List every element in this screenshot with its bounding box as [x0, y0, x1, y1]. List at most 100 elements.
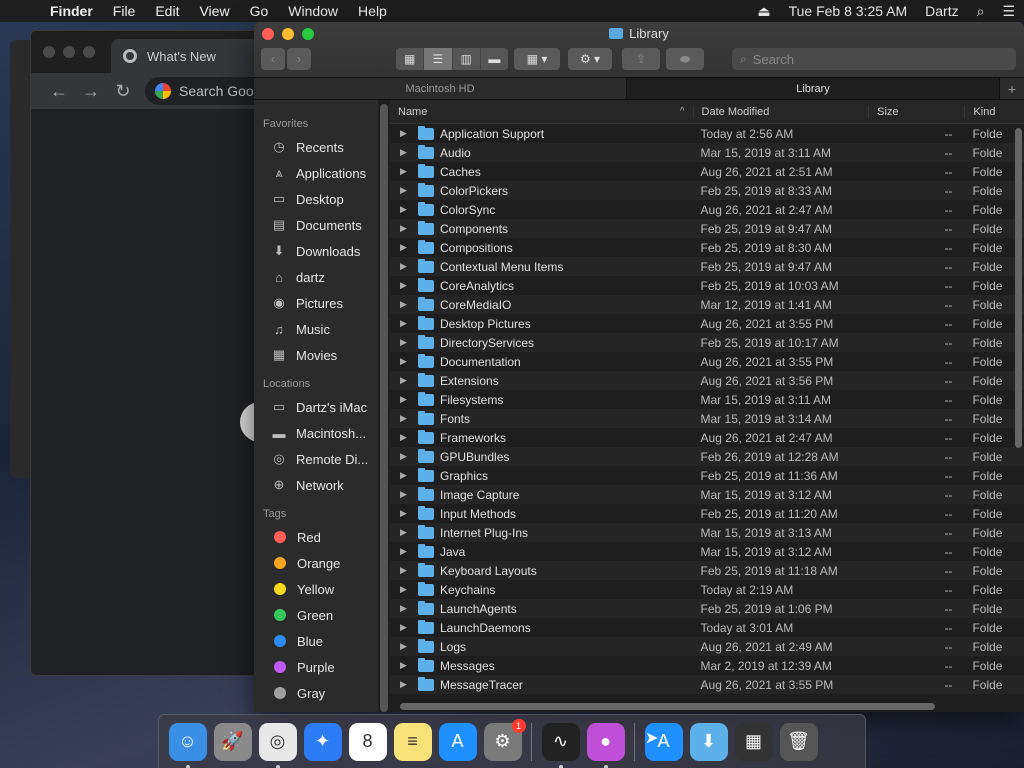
table-row[interactable]: ▶ CoreAnalytics Feb 25, 2019 at 10:03 AM --…	[390, 276, 1024, 295]
disclosure-triangle-icon[interactable]: ▶	[400, 584, 418, 595]
finder-icon[interactable]: ☺	[168, 722, 207, 768]
sidebar-scrollbar[interactable]	[380, 104, 388, 712]
disclosure-triangle-icon[interactable]: ▶	[400, 622, 418, 633]
table-row[interactable]: ▶ Desktop Pictures Aug 26, 2021 at 3:55 PM…	[390, 314, 1024, 333]
disclosure-triangle-icon[interactable]: ▶	[400, 470, 418, 481]
horizontal-scrollbar[interactable]	[400, 703, 935, 710]
chrome-close-button[interactable]	[43, 46, 55, 58]
tab-macintosh-hd[interactable]: Macintosh HD	[254, 78, 627, 99]
column-header-date[interactable]: Date Modified	[692, 105, 869, 118]
disclosure-triangle-icon[interactable]: ▶	[400, 318, 418, 329]
new-tab-icon[interactable]: +	[1000, 78, 1024, 99]
downloads-folder-icon[interactable]: ⬇	[689, 722, 728, 761]
table-row[interactable]: ▶ CoreMediaIO Mar 12, 2019 at 1:41 AM -- Fol…	[390, 295, 1024, 314]
table-row[interactable]: ▶ Contextual Menu Items Feb 25, 2019 at 9:…	[390, 257, 1024, 276]
eject-icon[interactable]: ⏏	[748, 3, 779, 20]
disclosure-triangle-icon[interactable]: ▶	[400, 223, 418, 234]
table-row[interactable]: ▶ LaunchDaemons Today at 3:01 AM -- Folde	[390, 618, 1024, 637]
sidebar-item-pictures[interactable]: ◉ Pictures	[254, 290, 378, 316]
recent-apps-icon[interactable]: ▦	[734, 722, 773, 761]
icon-view-icon[interactable]: ▦	[396, 48, 425, 70]
chrome-omnibox[interactable]: Search Goog	[145, 77, 269, 105]
calendar-icon[interactable]: 8	[348, 722, 387, 761]
forward-arrow-icon[interactable]: →	[75, 81, 107, 102]
disclosure-triangle-icon[interactable]: ▶	[400, 166, 418, 177]
table-row[interactable]: ▶ Application Support Today at 2:56 AM -- Fo…	[390, 124, 1024, 143]
list-view-icon[interactable]: ☰	[424, 48, 453, 70]
vertical-scrollbar[interactable]	[1015, 128, 1022, 448]
column-header-kind[interactable]: Kind	[964, 105, 1024, 118]
sidebar-item-desktop[interactable]: ▭ Desktop	[254, 186, 378, 212]
forward-button[interactable]: ›	[287, 48, 311, 70]
table-row[interactable]: ▶ DirectoryServices Feb 25, 2019 at 10:17 …	[390, 333, 1024, 352]
table-row[interactable]: ▶ Documentation Aug 26, 2021 at 3:55 PM -- F…	[390, 352, 1024, 371]
disclosure-triangle-icon[interactable]: ▶	[400, 565, 418, 576]
table-row[interactable]: ▶ Logs Aug 26, 2021 at 2:49 AM -- Folde	[390, 637, 1024, 656]
sidebar-item-red[interactable]: Red	[254, 524, 378, 550]
disclosure-triangle-icon[interactable]: ▶	[400, 185, 418, 196]
share-button[interactable]: ⇪	[622, 48, 660, 70]
menu-app-finder[interactable]: Finder	[40, 0, 103, 22]
trash-icon[interactable]: 🗑	[779, 722, 818, 761]
spotlight-icon[interactable]: ⌕	[968, 3, 994, 20]
app-store-icon[interactable]: A	[438, 722, 477, 761]
sidebar-item-movies[interactable]: ▦ Movies	[254, 342, 378, 368]
activity-monitor-icon[interactable]: ∿	[541, 722, 580, 768]
menu-window[interactable]: Window	[278, 0, 348, 22]
disclosure-triangle-icon[interactable]: ▶	[400, 204, 418, 215]
disclosure-triangle-icon[interactable]: ▶	[400, 375, 418, 386]
table-row[interactable]: ▶ MessageTracer Aug 26, 2021 at 3:55 PM -- F…	[390, 675, 1024, 694]
disclosure-triangle-icon[interactable]: ▶	[400, 242, 418, 253]
launchpad-icon[interactable]: 🚀	[213, 722, 252, 761]
table-row[interactable]: ▶ Filesystems Mar 15, 2019 at 3:11 AM -- Fol…	[390, 390, 1024, 409]
back-arrow-icon[interactable]: ←	[43, 81, 75, 102]
sidebar-item-network[interactable]: ⊕ Network	[254, 472, 378, 498]
table-row[interactable]: ▶ ColorPickers Feb 25, 2019 at 8:33 AM -- Fo…	[390, 181, 1024, 200]
system-preferences-icon[interactable]: ⚙ 1	[483, 718, 526, 761]
sidebar-item-music[interactable]: ♫ Music	[254, 316, 378, 342]
disclosure-triangle-icon[interactable]: ▶	[400, 261, 418, 272]
search-input[interactable]: ⌕ Search	[732, 48, 1016, 70]
column-header-name[interactable]: Name ^	[390, 106, 693, 118]
table-row[interactable]: ▶ ColorSync Aug 26, 2021 at 2:47 AM -- Folde	[390, 200, 1024, 219]
disclosure-triangle-icon[interactable]: ▶	[400, 432, 418, 443]
table-row[interactable]: ▶ Caches Aug 26, 2021 at 2:51 AM -- Folde	[390, 162, 1024, 181]
disclosure-triangle-icon[interactable]: ▶	[400, 413, 418, 424]
disclosure-triangle-icon[interactable]: ▶	[400, 128, 418, 139]
sidebar-item-gray[interactable]: Gray	[254, 680, 378, 706]
sidebar-item-dartz[interactable]: ⌂ dartz	[254, 264, 378, 290]
sidebar-item-remote-di[interactable]: ◎ Remote Di...	[254, 446, 378, 472]
sidebar-item-yellow[interactable]: Yellow	[254, 576, 378, 602]
action-gear-button[interactable]: ⚙ ▾	[568, 48, 612, 70]
table-row[interactable]: ▶ Internet Plug-Ins Mar 15, 2019 at 3:13 A…	[390, 523, 1024, 542]
disclosure-triangle-icon[interactable]: ▶	[400, 394, 418, 405]
disclosure-triangle-icon[interactable]: ▶	[400, 489, 418, 500]
sidebar-item-recents[interactable]: ◷ Recents	[254, 134, 378, 160]
safari-icon[interactable]: ✦	[303, 722, 342, 761]
menubar-clock[interactable]: Tue Feb 8 3:25 AM	[780, 3, 917, 19]
table-row[interactable]: ▶ Keyboard Layouts Feb 25, 2019 at 11:18 A…	[390, 561, 1024, 580]
disclosure-triangle-icon[interactable]: ▶	[400, 337, 418, 348]
chrome-tab[interactable]: What's New	[111, 39, 269, 73]
disclosure-triangle-icon[interactable]: ▶	[400, 451, 418, 462]
sidebar-item-green[interactable]: Green	[254, 602, 378, 628]
table-row[interactable]: ▶ Frameworks Aug 26, 2021 at 2:47 AM -- Fold…	[390, 428, 1024, 447]
table-row[interactable]: ▶ Fonts Mar 15, 2019 at 3:14 AM -- Folde	[390, 409, 1024, 428]
disclosure-triangle-icon[interactable]: ▶	[400, 641, 418, 652]
tags-button[interactable]: ⬬	[666, 48, 704, 70]
sidebar-item-orange[interactable]: Orange	[254, 550, 378, 576]
chrome-icon[interactable]: ◎	[258, 722, 297, 768]
group-by-button[interactable]: ▦ ▾	[514, 48, 560, 70]
disclosure-triangle-icon[interactable]: ▶	[400, 679, 418, 690]
sidebar-item-documents[interactable]: ▤ Documents	[254, 212, 378, 238]
table-row[interactable]: ▶ Input Methods Feb 25, 2019 at 11:20 AM --…	[390, 504, 1024, 523]
reload-icon[interactable]: ↻	[107, 81, 139, 102]
notification-center-icon[interactable]: ☰	[993, 3, 1024, 20]
tab-library[interactable]: Library	[627, 78, 1000, 99]
sidebar-item-downloads[interactable]: ⬇ Downloads	[254, 238, 378, 264]
sidebar-item-macintosh[interactable]: ▬ Macintosh...	[254, 420, 378, 446]
menu-go[interactable]: Go	[240, 0, 279, 22]
disclosure-triangle-icon[interactable]: ▶	[400, 527, 418, 538]
disclosure-triangle-icon[interactable]: ▶	[400, 356, 418, 367]
chrome-zoom-button[interactable]	[83, 46, 95, 58]
